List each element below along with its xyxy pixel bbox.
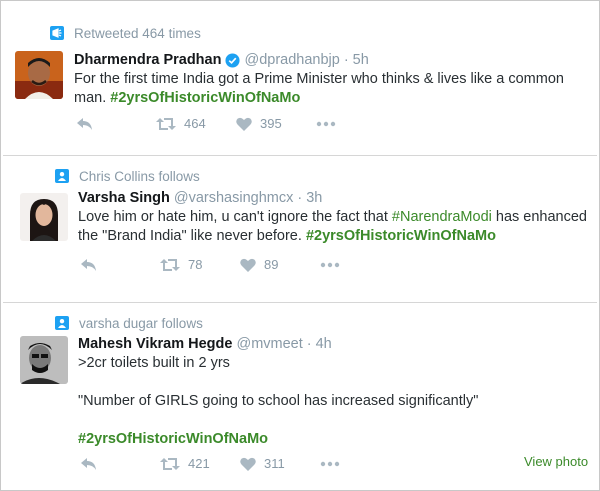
reply-icon [81, 457, 96, 470]
tweet-actions: 464 395 [76, 116, 336, 131]
tweet-text: Love him or hate him, u can't ignore the… [78, 208, 588, 246]
heart-icon [240, 258, 256, 272]
tweet-text: For the first time India got a Prime Min… [74, 70, 584, 108]
separator-dot: · [297, 190, 303, 206]
timestamp[interactable]: 4h [316, 336, 332, 352]
retweet-context: Retweeted 464 times [50, 24, 201, 42]
retweet-count: 421 [188, 456, 210, 471]
more-button[interactable] [320, 262, 340, 268]
handle[interactable]: @mvmeet [236, 336, 302, 352]
context-text: Chris Collins follows [79, 168, 200, 184]
heart-icon [236, 117, 252, 131]
more-icon [316, 121, 336, 126]
hashtag-link[interactable]: #NarendraModi [392, 209, 492, 225]
handle[interactable]: @varshasinghmcx [174, 190, 293, 206]
retweet-count: 78 [188, 257, 203, 272]
reply-icon [77, 117, 92, 130]
hashtag-link[interactable]: #2yrsOfHistoricWinOfNaMo [110, 90, 300, 106]
handle[interactable]: @dpradhanbjp [244, 52, 339, 68]
tweet-1[interactable]: Retweeted 464 times Dharmendra Pradhan @… [0, 0, 600, 150]
like-count: 395 [260, 116, 282, 131]
avatar[interactable] [20, 336, 68, 384]
tweet-text-line: "Number of GIRLS going to school has inc… [78, 393, 479, 409]
follow-context: Chris Collins follows [55, 167, 200, 185]
tweet-text-part: the "Brand India" like never before. [78, 228, 302, 244]
retweet-button[interactable]: 78 [160, 257, 240, 272]
display-name[interactable]: Dharmendra Pradhan [74, 52, 221, 68]
person-badge-icon [55, 169, 69, 183]
tweet-header: Mahesh Vikram Hegde @mvmeet · 4h [78, 336, 332, 352]
context-text: Retweeted 464 times [74, 25, 201, 41]
reply-button[interactable] [80, 457, 160, 471]
more-icon [320, 461, 340, 466]
divider [3, 155, 597, 156]
avatar[interactable] [15, 51, 63, 99]
tweet-text-line: >2cr toilets built in 2 yrs [78, 355, 230, 371]
display-name[interactable]: Varsha Singh [78, 190, 170, 206]
tweet-text-line: Love him or hate him, u can't ignore the… [78, 208, 588, 227]
tweet-text-line: For the first time India got a Prime Min… [74, 71, 564, 87]
tweet-text-part: Love him or hate him, u can't ignore the… [78, 209, 388, 225]
like-button[interactable]: 311 [240, 456, 320, 471]
follow-context: varsha dugar follows [55, 314, 203, 332]
display-name[interactable]: Mahesh Vikram Hegde [78, 336, 232, 352]
reply-button[interactable] [80, 258, 160, 272]
retweet-button[interactable]: 464 [156, 116, 236, 131]
like-button[interactable]: 395 [236, 116, 316, 131]
tweet-2[interactable]: Chris Collins follows Varsha Singh @vars… [0, 157, 600, 302]
tweet-text-line: the "Brand India" like never before. #2y… [78, 227, 588, 246]
divider [3, 302, 597, 303]
like-count: 311 [264, 456, 285, 471]
tweet-text-part: man. [74, 90, 107, 106]
retweet-badge-icon [50, 26, 64, 40]
timestamp[interactable]: 5h [353, 52, 369, 68]
tweet-3[interactable]: varsha dugar follows Mahesh Vikram Hegde… [0, 304, 600, 490]
tweet-text-line: man. #2yrsOfHistoricWinOfNaMo [74, 89, 584, 108]
retweet-icon [156, 117, 176, 130]
tweet-actions: 421 311 [80, 456, 340, 471]
tweet-actions: 78 89 [80, 257, 340, 272]
avatar[interactable] [20, 193, 68, 241]
view-photo-link[interactable]: View photo [524, 454, 588, 469]
more-button[interactable] [320, 461, 340, 467]
more-icon [320, 262, 340, 267]
retweet-button[interactable]: 421 [160, 456, 240, 471]
reply-icon [81, 258, 96, 271]
tweet-header: Dharmendra Pradhan @dpradhanbjp · 5h [74, 52, 369, 68]
retweet-count: 464 [184, 116, 206, 131]
hashtag-link[interactable]: #2yrsOfHistoricWinOfNaMo [306, 228, 496, 244]
verified-badge-icon [225, 52, 240, 68]
hashtag-link[interactable]: #2yrsOfHistoricWinOfNaMo [78, 430, 588, 449]
person-badge-icon [55, 316, 69, 330]
tweet-text-part: has enhanced [495, 209, 587, 225]
timestamp[interactable]: 3h [306, 190, 322, 206]
heart-icon [240, 457, 256, 471]
tweet-header: Varsha Singh @varshasinghmcx · 3h [78, 190, 322, 206]
context-text: varsha dugar follows [79, 315, 203, 331]
like-button[interactable]: 89 [240, 257, 320, 272]
separator-dot: · [343, 52, 349, 68]
more-button[interactable] [316, 121, 336, 127]
like-count: 89 [264, 257, 279, 272]
reply-button[interactable] [76, 117, 156, 131]
tweet-text: >2cr toilets built in 2 yrs "Number of G… [78, 354, 588, 449]
retweet-icon [160, 258, 180, 271]
retweet-icon [160, 457, 180, 470]
separator-dot: · [306, 336, 312, 352]
